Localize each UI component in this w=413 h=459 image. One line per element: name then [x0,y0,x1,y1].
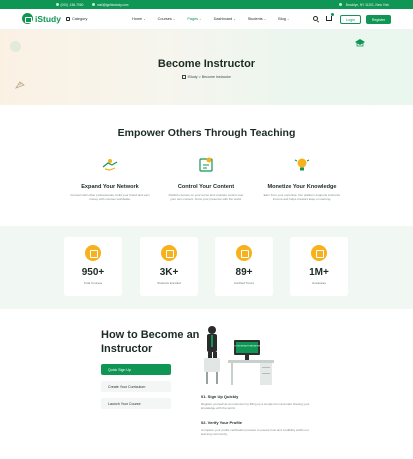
mail-icon [92,3,96,7]
feature-title: Monetize Your Knowledge [267,184,337,190]
graduate-icon [311,245,327,261]
phone-icon [56,3,59,7]
stat-card: 1M+ Graduates [290,237,348,296]
main-header: iStudy Category Home⌄ Courses⌄ Pages⌄ Da… [0,9,413,30]
home-icon [182,75,187,79]
stat-card: 950+ Total Courses [64,237,122,296]
graduation-cap-icon [355,39,365,47]
search-icon[interactable] [313,15,318,21]
decorative-blob [10,41,21,52]
nav-item-blog[interactable]: Blog⌄ [278,17,289,21]
breadcrumb-home[interactable]: iStudy [188,75,198,79]
nav-label: Home [132,17,143,21]
page: (000) -156-7960 mail@igniticstudy.com Br… [0,0,413,459]
feature-description: Earn from your expertise. Our platform s… [263,193,341,202]
nav-label: Blog [278,17,286,21]
tutor-icon [236,245,252,261]
cart-badge [330,12,334,16]
category-label: Category [72,17,88,21]
location-icon [339,3,343,6]
cart-icon[interactable] [326,12,334,21]
nav-item-dashboard[interactable]: Dashboard⌄ [214,17,236,21]
phone-text: (000) -156-7960 [60,2,84,7]
chevron-down-icon: ⌄ [286,17,290,21]
chevron-down-icon: ⌄ [143,17,146,21]
features-section-title: Empower Others Through Teaching [117,127,296,139]
top-bar: (000) -156-7960 mail@igniticstudy.com Br… [0,0,413,9]
nav-item-courses[interactable]: Courses⌄ [158,17,176,21]
chevron-down-icon: ⌄ [233,17,236,21]
step-description: Register yourself as an instructor by fi… [201,402,310,411]
address-text: Brooklyn, NY 11201, New York [345,2,389,7]
step-tab-launch[interactable]: Launch Your Course [101,398,171,409]
stat-value: 950+ [81,267,105,278]
step-heading: 02. Verify Your Profile [201,420,242,425]
stat-value: 1M+ [309,267,329,278]
stat-label: Certified Tutors [233,281,255,285]
step-heading: 01. Sign Up Quickly [201,394,239,399]
stat-value: 3K+ [159,267,179,278]
feature-card: Expand Your Network Connect with other p… [70,156,150,201]
breadcrumb-current: Become Instructor [201,75,231,79]
main-nav: Home⌄ Courses⌄ Pages⌄ Dashboard⌄ Student… [132,17,289,21]
email-text: mail@igniticstudy.com [96,2,129,7]
email-contact[interactable]: mail@igniticstudy.com [92,3,128,7]
feature-card: Control Your Content Publish courses on … [166,156,246,201]
lightbulb-icon [294,158,310,171]
breadcrumb: iStudy > Become Instructor [0,75,413,79]
content-icon [199,157,213,172]
handshake-icon [102,159,118,171]
feature-title: Expand Your Network [81,184,139,190]
nav-label: Students [247,17,263,21]
top-bar-contacts: (000) -156-7960 mail@igniticstudy.com [56,3,128,7]
page-title: Become Instructor [157,58,256,70]
students-icon [161,245,177,261]
logo[interactable]: iStudy [22,13,61,24]
chevron-down-icon: ⌄ [199,17,202,21]
feature-card: Monetize Your Knowledge Earn from your e… [262,156,342,201]
hero-banner: Become Instructor iStudy > Become Instru… [0,30,413,105]
chevron-down-icon: ⌄ [263,17,267,21]
grid-icon [66,17,70,21]
step-description: Complete your profile verification proce… [201,428,309,437]
feature-description: Connect with other professionals, build … [70,193,150,202]
stat-card: 89+ Certified Tutors [215,237,273,296]
stat-card: 3K+ Students Enrolled [140,237,198,296]
nav-label: Courses [157,17,172,21]
feature-title: Control Your Content [177,184,235,190]
nav-item-students[interactable]: Students⌄ [248,17,267,21]
stat-label: Graduates [311,281,326,285]
rocket-doodle-icon [14,81,25,89]
stat-label: Total Courses [83,281,103,285]
header-icons [313,12,334,21]
category-menu[interactable]: Category [66,17,87,21]
nav-label: Dashboard [213,17,233,21]
stat-label: Students Enrolled [157,281,181,285]
how-to-title: How to Become an Instructor [101,329,200,355]
monitor-text: LEARN ONLINE ANYTIME ANYWHERE [229,345,266,348]
step-tab-sign-up[interactable]: Quick Sign Up [101,364,171,375]
step-tab-curriculum[interactable]: Create Your Curriculum [101,381,171,392]
stat-value: 89+ [235,267,253,278]
stats-section: 950+ Total Courses 3K+ Students Enrolled… [0,226,413,309]
instructor-illustration: LEARN ONLINE ANYTIME ANYWHERE [204,326,274,385]
top-bar-address: Brooklyn, NY 11201, New York [339,3,389,7]
logo-text: iStudy [35,13,61,24]
logo-icon [22,13,33,24]
login-button[interactable]: Login [340,15,361,24]
book-icon [85,245,101,261]
nav-label: Pages [187,17,199,21]
breadcrumb-separator: > [198,75,201,79]
chevron-down-icon: ⌄ [172,17,176,21]
nav-item-home[interactable]: Home⌄ [132,17,146,21]
phone-contact[interactable]: (000) -156-7960 [56,3,83,7]
register-button[interactable]: Register [366,15,391,24]
feature-description: Publish courses on your terms and mainta… [168,193,244,202]
nav-item-pages[interactable]: Pages⌄ [187,17,201,21]
